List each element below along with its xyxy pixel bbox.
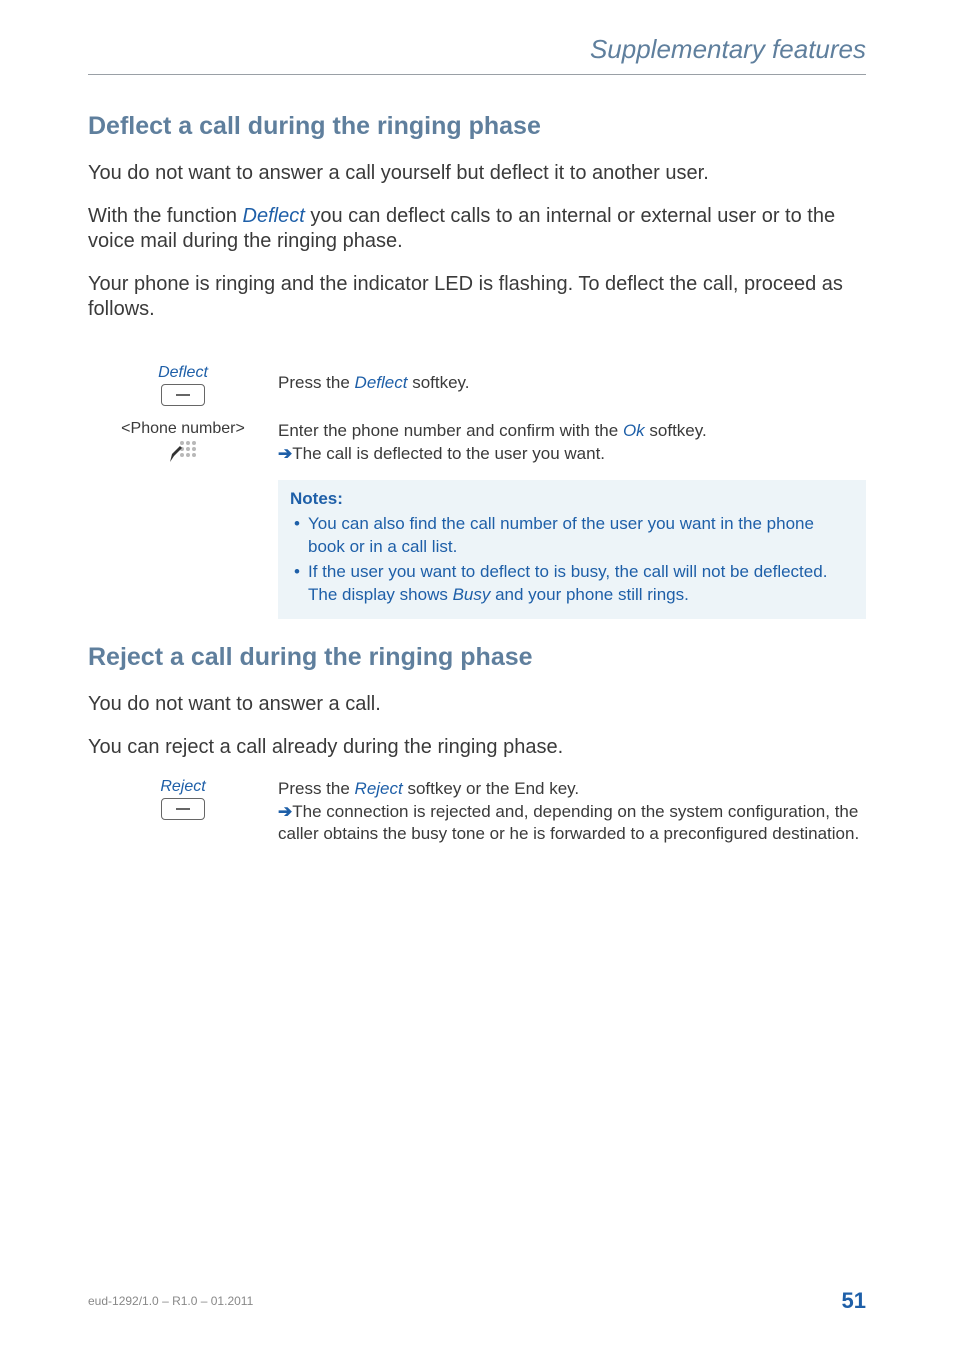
step-reject: Reject Press the Reject softkey or the E… <box>88 778 866 847</box>
step-left: Reject <box>88 778 278 820</box>
footer-doc-id: eud-1292/1.0 – R1.0 – 01.2011 <box>88 1294 253 1308</box>
section2-heading: Reject a call during the ringing phase <box>88 643 866 672</box>
inline-term-reject: Reject <box>355 779 403 798</box>
step-right: Press the Reject softkey or the End key.… <box>278 778 866 847</box>
note-item: You can also find the call number of the… <box>290 513 854 559</box>
notes-list: You can also find the call number of the… <box>290 513 854 607</box>
inline-term-busy: Busy <box>453 585 491 604</box>
text: Enter the phone number and confirm with … <box>278 421 623 440</box>
softkey-icon <box>161 384 205 406</box>
text: The call is deflected to the user you wa… <box>292 444 605 463</box>
text: softkey. <box>407 373 469 392</box>
footer-page-number: 51 <box>842 1288 866 1314</box>
step-caption: Reject <box>88 778 278 796</box>
section1-para2: With the function Deflect you can deflec… <box>88 204 866 254</box>
keypad-pen-icon <box>168 440 198 464</box>
section1-heading: Deflect a call during the ringing phase <box>88 112 866 141</box>
step-caption: Deflect <box>88 364 278 382</box>
arrow-icon: ➔ <box>278 802 292 821</box>
text: Press the <box>278 779 355 798</box>
step-right: Enter the phone number and confirm with … <box>278 420 866 466</box>
text: The connection is rejected and, dependin… <box>278 802 859 844</box>
step-left: Deflect <box>88 364 278 406</box>
note-item: If the user you want to deflect to is bu… <box>290 561 854 607</box>
page-content: Deflect a call during the ringing phase … <box>88 112 866 860</box>
text: softkey. <box>645 421 707 440</box>
chapter-title: Supplementary features <box>590 34 866 65</box>
step-left: <Phone number> <box>88 420 278 464</box>
notes-title: Notes: <box>290 488 854 511</box>
section1-para1: You do not want to answer a call yoursel… <box>88 161 866 186</box>
notes-box: Notes: You can also find the call number… <box>278 480 866 619</box>
inline-term-deflect: Deflect <box>355 373 408 392</box>
header-divider <box>88 74 866 75</box>
inline-term-ok: Ok <box>623 421 645 440</box>
softkey-icon <box>161 798 205 820</box>
section1-para3: Your phone is ringing and the indicator … <box>88 272 866 322</box>
text: and your phone still rings. <box>490 585 688 604</box>
text: Press the <box>278 373 355 392</box>
step-caption: <Phone number> <box>88 420 278 438</box>
text: With the function <box>88 205 243 227</box>
step-deflect: Deflect Press the Deflect softkey. <box>88 364 866 406</box>
inline-term-deflect: Deflect <box>243 205 305 227</box>
step-phone-number: <Phone number> Enter the phone number an… <box>88 420 866 466</box>
section2-para1: You do not want to answer a call. <box>88 692 866 717</box>
step-right: Press the Deflect softkey. <box>278 364 866 395</box>
section2-para2: You can reject a call already during the… <box>88 735 866 760</box>
arrow-icon: ➔ <box>278 444 292 463</box>
text: softkey or the End key. <box>403 779 579 798</box>
